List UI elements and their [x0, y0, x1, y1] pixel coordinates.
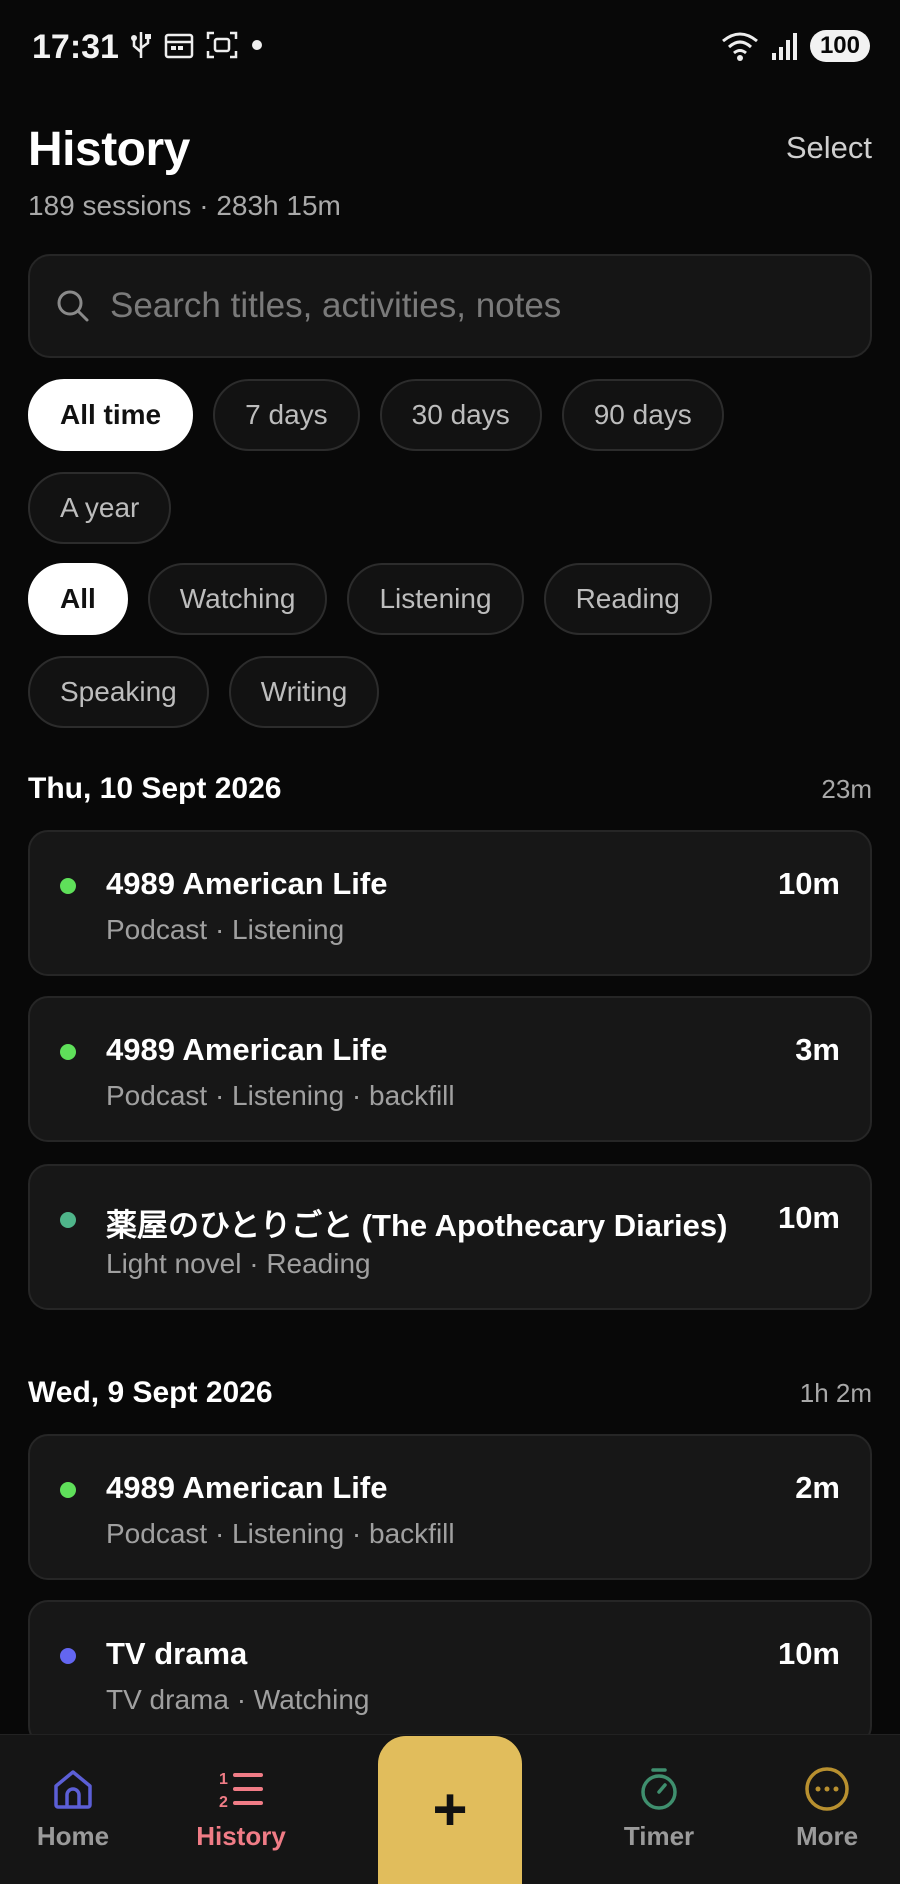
- filter-chip-all-time[interactable]: All time: [28, 379, 194, 451]
- session-duration: 10m: [777, 1200, 840, 1235]
- activity-filter-row-2: Speaking Writing: [28, 656, 380, 728]
- activity-dot: [60, 1482, 76, 1498]
- svg-text:1: 1: [219, 1771, 228, 1788]
- status-system-icons: 100: [720, 30, 870, 62]
- add-session-button[interactable]: +: [378, 1736, 522, 1884]
- battery-indicator: 100: [809, 30, 870, 62]
- activity-dot: [60, 1212, 76, 1228]
- filter-chip-a-year[interactable]: A year: [28, 472, 172, 544]
- history-screen: 17:31 100 History Select 189 sessions · …: [0, 0, 900, 1884]
- nav-more[interactable]: More: [762, 1765, 892, 1852]
- session-title: 薬屋のひとりごと (The Apothecary Diaries): [106, 1208, 728, 1243]
- nav-timer-label: Timer: [623, 1821, 695, 1851]
- session-meta: TV drama · Watching: [106, 1684, 370, 1715]
- session-meta: Podcast · Listening: [106, 914, 345, 945]
- session-meta: Podcast · Listening · backfill: [106, 1080, 455, 1111]
- day-header: Thu, 10 Sept 2026 23m: [28, 772, 872, 806]
- session-card[interactable]: 薬屋のひとりごと (The Apothecary Diaries) Light …: [28, 1164, 872, 1310]
- status-time: 17:31: [32, 28, 119, 66]
- screenshot-icon: [206, 31, 238, 59]
- activity-chip-listening[interactable]: Listening: [347, 563, 524, 635]
- notification-dot-icon: [252, 40, 262, 50]
- activity-chip-all[interactable]: All: [28, 563, 128, 635]
- session-duration: 10m: [777, 1636, 840, 1671]
- activity-dot: [60, 1044, 76, 1060]
- nav-more-label: More: [795, 1821, 859, 1851]
- session-card[interactable]: 4989 American Life Podcast · Listening ·…: [28, 1434, 872, 1580]
- session-meta: Podcast · Listening · backfill: [106, 1518, 455, 1549]
- session-duration: 10m: [777, 866, 840, 901]
- nav-history[interactable]: 1 2 History: [176, 1765, 306, 1852]
- day-total: 23m: [821, 774, 872, 804]
- status-notification-icons: [130, 30, 264, 60]
- session-duration: 2m: [795, 1470, 840, 1505]
- session-title: 4989 American Life: [106, 1032, 388, 1067]
- search-icon: [57, 290, 89, 322]
- plus-icon: +: [432, 1776, 468, 1843]
- activity-chip-writing[interactable]: Writing: [228, 656, 380, 728]
- sessions-summary: 189 sessions · 283h 15m: [28, 190, 341, 221]
- activity-chip-speaking[interactable]: Speaking: [28, 656, 209, 728]
- home-icon: [54, 1770, 92, 1809]
- day-date: Wed, 9 Sept 2026: [28, 1376, 273, 1409]
- session-card[interactable]: TV drama TV drama · Watching 10m: [28, 1600, 872, 1746]
- activity-chip-reading[interactable]: Reading: [543, 563, 712, 635]
- session-card[interactable]: 4989 American Life Podcast · Listening 1…: [28, 830, 872, 976]
- search-input[interactable]: [110, 286, 870, 326]
- nav-home[interactable]: Home: [8, 1765, 138, 1852]
- filter-chip-7-days[interactable]: 7 days: [213, 379, 360, 451]
- day-date: Thu, 10 Sept 2026: [28, 772, 282, 805]
- filter-chip-30-days[interactable]: 30 days: [379, 379, 542, 451]
- nav-home-label: Home: [36, 1821, 110, 1851]
- filter-chip-90-days[interactable]: 90 days: [561, 379, 724, 451]
- activity-filter-row-1: All Watching Listening Reading: [28, 563, 712, 635]
- day-total: 1h 2m: [799, 1378, 872, 1408]
- activity-dot: [60, 1648, 76, 1664]
- session-card[interactable]: 4989 American Life Podcast · Listening ·…: [28, 996, 872, 1142]
- activity-dot: [60, 878, 76, 894]
- day-header: Wed, 9 Sept 2026 1h 2m: [28, 1376, 872, 1410]
- activity-chip-watching[interactable]: Watching: [147, 563, 328, 635]
- calendar-icon: [164, 33, 194, 59]
- session-meta: Light novel · Reading: [106, 1248, 371, 1279]
- session-title: 4989 American Life: [106, 866, 388, 901]
- usb-icon: [131, 32, 151, 58]
- nav-timer[interactable]: Timer: [594, 1765, 724, 1852]
- wifi-icon: [722, 32, 758, 61]
- session-duration: 3m: [795, 1032, 840, 1067]
- nav-history-label: History: [196, 1821, 286, 1851]
- session-title: TV drama: [106, 1636, 248, 1671]
- stopwatch-icon: [641, 1768, 677, 1810]
- list-icon: 1 2: [219, 1771, 263, 1811]
- status-bar: 17:31 100: [0, 0, 900, 100]
- time-filter-row-1: All time 7 days 30 days 90 days: [28, 379, 724, 451]
- svg-text:2: 2: [219, 1794, 228, 1811]
- search-bar[interactable]: [28, 254, 872, 358]
- more-icon: [805, 1767, 849, 1811]
- time-filter-row-2: A year: [28, 472, 172, 544]
- signal-icon: [771, 33, 797, 60]
- select-button[interactable]: Select: [786, 130, 872, 166]
- session-title: 4989 American Life: [106, 1470, 388, 1505]
- page-title: History: [28, 123, 190, 176]
